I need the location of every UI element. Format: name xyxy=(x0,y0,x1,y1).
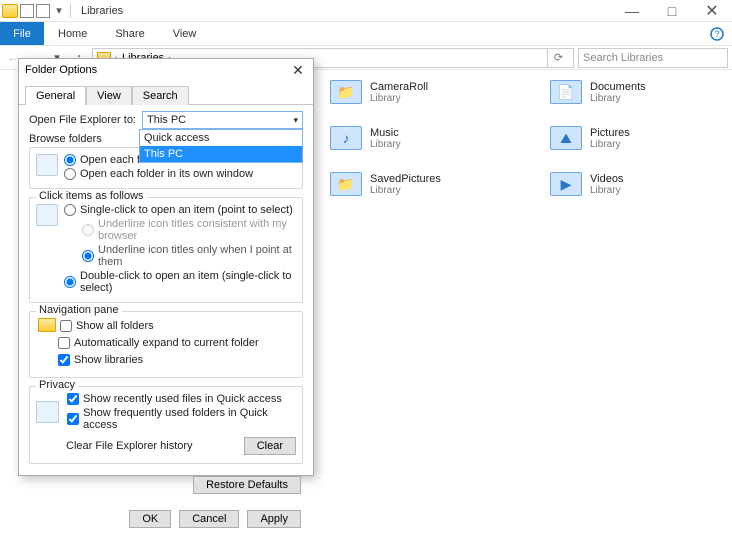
tab-general[interactable]: General xyxy=(25,86,86,105)
svg-text:?: ? xyxy=(714,29,719,39)
help-icon[interactable]: ? xyxy=(702,22,732,45)
list-item[interactable]: ♪ MusicLibrary xyxy=(330,126,490,150)
dialog-tabs: General View Search xyxy=(19,81,313,105)
window-title: Libraries xyxy=(81,5,123,17)
item-name: CameraRoll xyxy=(370,81,428,93)
item-type: Library xyxy=(370,185,441,196)
click-items-icon xyxy=(36,204,58,226)
check-frequent-folders[interactable]: Show frequently used folders in Quick ac… xyxy=(67,407,296,431)
library-icon: 📄 xyxy=(550,80,582,104)
list-item[interactable]: ▶ VideosLibrary xyxy=(550,172,710,196)
radio-own-window[interactable]: Open each folder in its own window xyxy=(64,168,264,180)
radio-single-click[interactable]: Single-click to open an item (point to s… xyxy=(64,204,296,216)
item-name: Pictures xyxy=(590,127,630,139)
item-name: Documents xyxy=(590,81,646,93)
maximize-button[interactable]: □ xyxy=(652,1,692,21)
library-grid: 📁 CameraRollLibrary 📄 DocumentsLibrary ♪… xyxy=(330,80,722,218)
combo-dropdown: Quick access This PC xyxy=(139,129,303,163)
refresh-button[interactable]: ⟳ xyxy=(547,48,569,68)
chevron-down-icon: ▾ xyxy=(293,115,298,126)
restore-defaults-button[interactable]: Restore Defaults xyxy=(193,476,301,494)
list-item[interactable]: 📄 DocumentsLibrary xyxy=(550,80,710,104)
clear-button[interactable]: Clear xyxy=(244,437,296,455)
library-icon: ▶ xyxy=(550,172,582,196)
check-show-all-folders[interactable]: Show all folders xyxy=(60,320,154,332)
browse-folders-icon xyxy=(36,154,58,176)
close-button[interactable]: ✕ xyxy=(692,1,732,21)
app-icon xyxy=(2,4,18,18)
item-type: Library xyxy=(370,93,428,104)
open-explorer-combo[interactable]: This PC ▾ xyxy=(142,111,303,129)
qat-item[interactable] xyxy=(20,4,34,18)
list-item[interactable]: 📁 SavedPicturesLibrary xyxy=(330,172,490,196)
list-item[interactable]: 📁 CameraRollLibrary xyxy=(330,80,490,104)
privacy-icon xyxy=(36,401,59,423)
combo-value: This PC xyxy=(147,114,186,126)
tab-home[interactable]: Home xyxy=(44,22,101,45)
click-items-legend: Click items as follows xyxy=(36,190,147,202)
apply-button[interactable]: Apply xyxy=(247,510,301,528)
item-name: Videos xyxy=(590,173,623,185)
navigation-pane-legend: Navigation pane xyxy=(36,304,122,316)
radio-double-click[interactable]: Double-click to open an item (single-cli… xyxy=(64,270,296,294)
combo-option[interactable]: This PC xyxy=(140,146,302,162)
check-recent-files[interactable]: Show recently used files in Quick access xyxy=(67,393,296,405)
open-explorer-label: Open File Explorer to: xyxy=(29,114,136,126)
item-name: Music xyxy=(370,127,401,139)
library-icon: ♪ xyxy=(330,126,362,150)
item-type: Library xyxy=(370,139,401,150)
library-icon: 📁 xyxy=(330,80,362,104)
item-name: SavedPictures xyxy=(370,173,441,185)
library-icon: 📁 xyxy=(330,172,362,196)
minimize-button[interactable]: — xyxy=(612,1,652,21)
dialog-close-button[interactable]: ✕ xyxy=(289,62,307,78)
dialog-title: Folder Options xyxy=(25,64,97,76)
file-tab[interactable]: File xyxy=(0,22,44,45)
privacy-legend: Privacy xyxy=(36,379,78,391)
combo-option[interactable]: Quick access xyxy=(140,130,302,146)
check-auto-expand[interactable]: Automatically expand to current folder xyxy=(58,337,259,349)
clear-history-label: Clear File Explorer history xyxy=(66,440,193,452)
qat-item[interactable] xyxy=(36,4,50,18)
check-show-libraries[interactable]: Show libraries xyxy=(58,354,143,366)
tab-share[interactable]: Share xyxy=(101,22,158,45)
item-type: Library xyxy=(590,93,646,104)
item-type: Library xyxy=(590,139,630,150)
cancel-button[interactable]: Cancel xyxy=(179,510,239,528)
radio-underline-browser: Underline icon titles consistent with my… xyxy=(64,218,296,242)
dialog-titlebar[interactable]: Folder Options ✕ xyxy=(19,59,313,81)
folder-icon xyxy=(38,318,56,332)
ok-button[interactable]: OK xyxy=(129,510,171,528)
folder-options-dialog: Folder Options ✕ General View Search Ope… xyxy=(18,58,314,476)
list-item[interactable]: ⛰ PicturesLibrary xyxy=(550,126,710,150)
library-icon: ⛰ xyxy=(550,126,582,150)
item-type: Library xyxy=(590,185,623,196)
tab-search[interactable]: Search xyxy=(132,86,189,105)
titlebar: ▾ Libraries — □ ✕ xyxy=(0,0,732,22)
qat-dropdown-icon[interactable]: ▾ xyxy=(52,4,66,18)
ribbon: File Home Share View ? xyxy=(0,22,732,46)
tab-view[interactable]: View xyxy=(86,86,132,105)
search-input[interactable]: Search Libraries xyxy=(578,48,728,68)
radio-underline-point[interactable]: Underline icon titles only when I point … xyxy=(64,244,296,268)
tab-view[interactable]: View xyxy=(159,22,211,45)
